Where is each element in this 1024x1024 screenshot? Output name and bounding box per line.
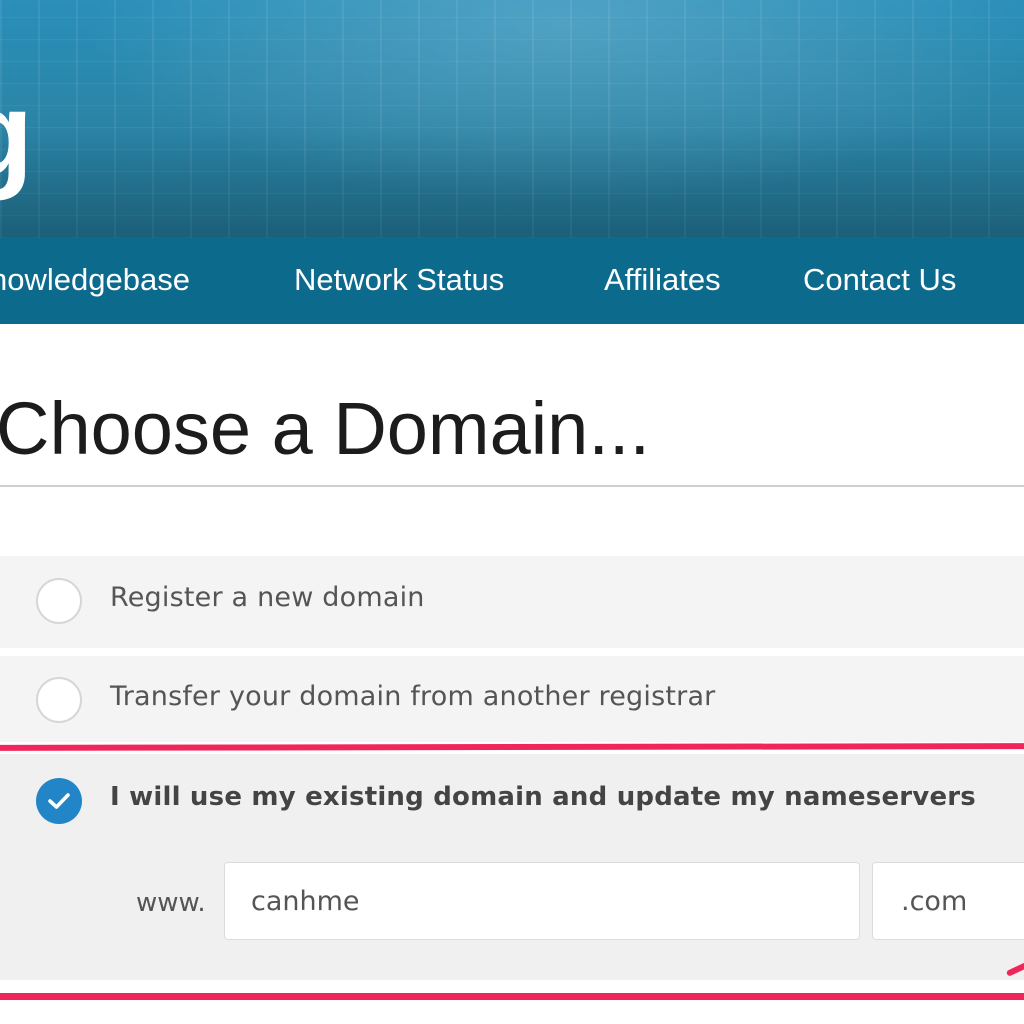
www-prefix-label: www.: [136, 888, 206, 918]
nav-item-contact-us[interactable]: Contact Us: [803, 238, 956, 324]
tld-input[interactable]: [872, 862, 1024, 940]
domain-name-input[interactable]: [224, 862, 860, 940]
radio-transfer-domain[interactable]: [36, 677, 82, 723]
header-banner: g: [0, 0, 1024, 238]
nav-item-affiliates[interactable]: Affiliates: [604, 238, 721, 324]
annotation-highlight-top: [0, 743, 1024, 751]
option-label: I will use my existing domain and update…: [110, 782, 976, 812]
radio-register-domain[interactable]: [36, 578, 82, 624]
nav-item-knowledgebase[interactable]: nowledgebase: [0, 238, 190, 324]
option-register-domain[interactable]: Register a new domain: [0, 556, 1024, 648]
page: g nowledgebase Network Status Affiliates…: [0, 0, 1024, 1024]
banner-overlay: [0, 0, 1024, 238]
annotation-highlight-bottom: [0, 993, 1024, 1000]
check-icon: [48, 793, 70, 809]
main-navigation: nowledgebase Network Status Affiliates C…: [0, 238, 1024, 324]
option-existing-domain[interactable]: I will use my existing domain and update…: [0, 754, 1024, 980]
title-divider: [0, 485, 1024, 487]
radio-existing-domain[interactable]: [36, 778, 82, 824]
option-transfer-domain[interactable]: Transfer your domain from another regist…: [0, 656, 1024, 742]
option-label: Register a new domain: [110, 582, 425, 613]
page-title: Choose a Domain...: [0, 387, 651, 470]
nav-item-network-status[interactable]: Network Status: [294, 238, 504, 324]
option-label: Transfer your domain from another regist…: [110, 681, 716, 712]
site-logo[interactable]: g: [0, 74, 33, 194]
